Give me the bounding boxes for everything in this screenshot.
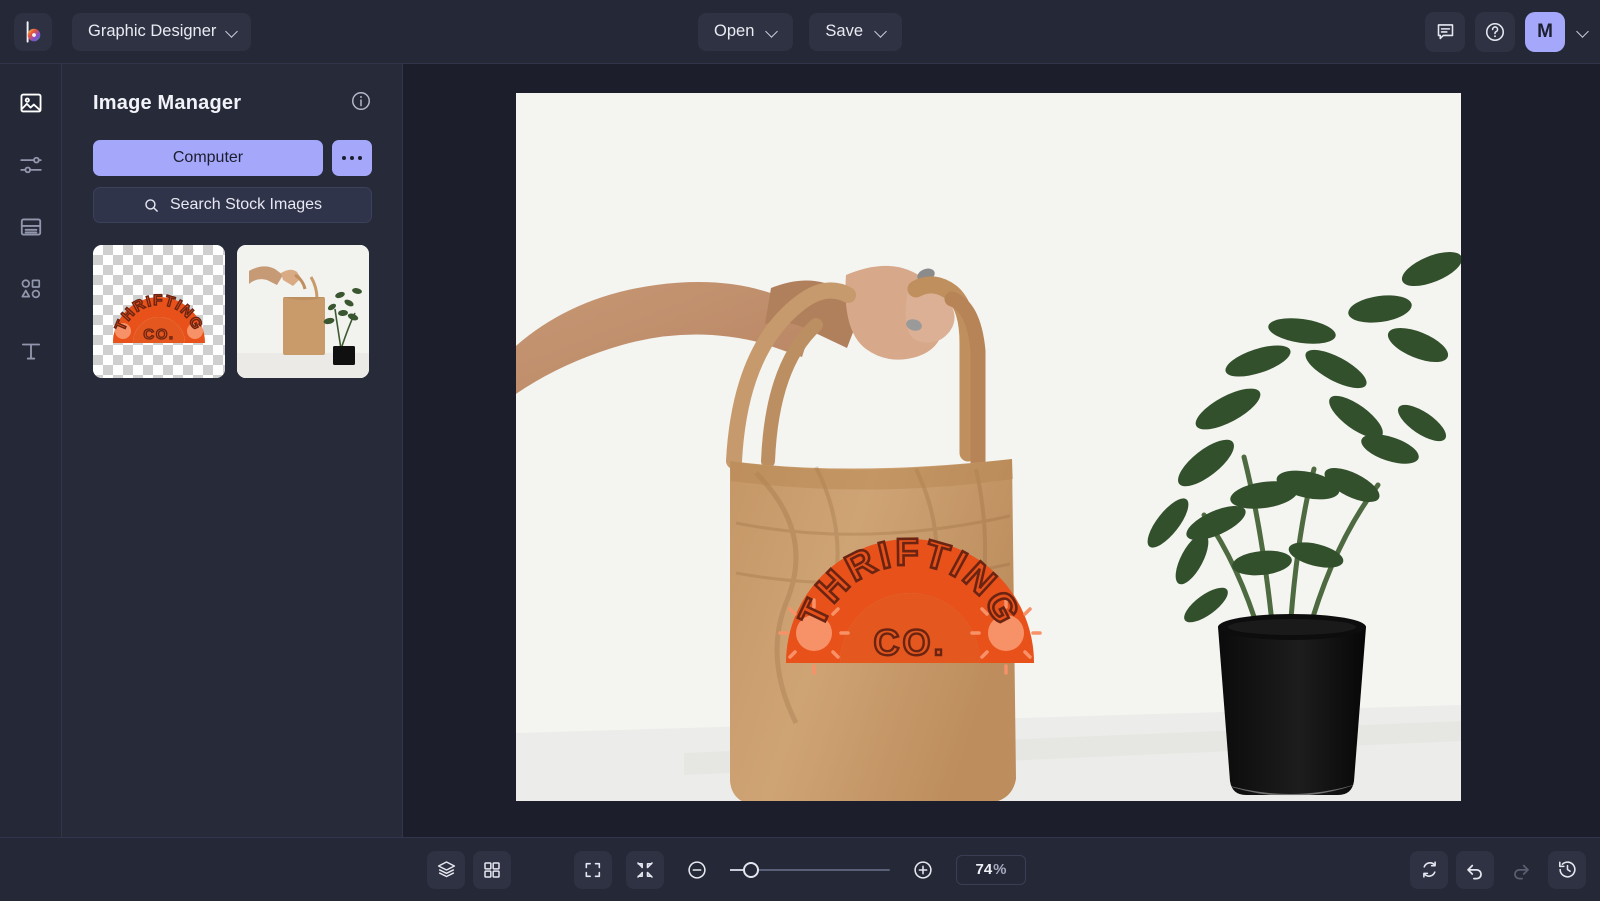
search-icon (145, 198, 158, 212)
avatar-initial: M (1537, 20, 1553, 42)
history-controls (1410, 850, 1586, 889)
panel-info-button[interactable] (350, 90, 372, 117)
layout-icon (20, 218, 41, 236)
zoom-in-icon (914, 860, 932, 879)
app-root: Graphic Designer Open Save M Image Manag… (0, 0, 1600, 901)
bottom-bar: 74 % (0, 837, 1600, 901)
grid-view-button[interactable] (473, 850, 511, 889)
thrifting-co-logo-thumb-art: THRIFTING CO. (111, 291, 205, 343)
question-circle-icon (1485, 22, 1505, 41)
color-wheel-logo-icon (26, 20, 41, 43)
artboard[interactable]: THRIFTING CO. (516, 93, 1461, 801)
zoom-slider-handle[interactable] (743, 861, 759, 878)
tool-rail (0, 64, 62, 837)
save-button[interactable]: Save (809, 12, 902, 51)
chevron-down-icon (226, 26, 237, 37)
rail-item-layout[interactable] (14, 210, 48, 244)
zoom-level-field[interactable]: 74 % (956, 854, 1026, 885)
thumbnail-thrifting-co-logo[interactable]: THRIFTING CO. (93, 245, 225, 378)
search-stock-images-button[interactable]: Search Stock Images (93, 187, 372, 223)
canvas-area[interactable]: THRIFTING CO. (403, 64, 1600, 837)
open-label: Open (714, 22, 755, 40)
open-button[interactable]: Open (698, 12, 794, 51)
info-circle-icon (352, 92, 370, 110)
shrink-to-fit-icon (637, 861, 653, 878)
account-chevron-down-icon[interactable] (1577, 26, 1588, 37)
image-manager-panel: Image Manager Computer Search Stock Imag… (62, 64, 403, 837)
chevron-down-icon (766, 26, 777, 37)
zoom-in-button[interactable] (904, 851, 942, 889)
redo-icon (1514, 864, 1529, 879)
thumbnail-tote-bag-photo[interactable] (237, 245, 369, 378)
zoom-controls: 74 % (574, 850, 1026, 889)
file-actions-group: Open Save (698, 12, 902, 51)
panel-title: Image Manager (93, 92, 242, 114)
project-title-label: Graphic Designer (88, 22, 217, 40)
reset-button[interactable] (1410, 850, 1448, 889)
sliders-icon (19, 156, 42, 174)
history-button[interactable] (1548, 850, 1586, 889)
more-options-icon (341, 155, 347, 161)
tote-bag-photo-thumb-art (237, 245, 369, 378)
redo-button[interactable] (1502, 851, 1540, 889)
rail-item-adjust[interactable] (14, 148, 48, 182)
source-buttons-row: Computer (93, 140, 372, 176)
body-row: Image Manager Computer Search Stock Imag… (0, 64, 1600, 837)
shrink-to-fit-button[interactable] (626, 850, 664, 889)
image-icon (20, 93, 41, 113)
zoom-slider[interactable] (730, 861, 890, 879)
rail-item-text[interactable] (14, 334, 48, 368)
more-options-icon (349, 155, 355, 161)
feedback-button[interactable] (1425, 11, 1465, 52)
chevron-down-icon (875, 26, 886, 37)
zoom-level-value: 74 (975, 861, 993, 878)
text-icon (21, 343, 40, 360)
svg-text:CO.: CO. (143, 326, 174, 343)
undo-button[interactable] (1456, 850, 1494, 889)
zoom-out-icon (688, 860, 706, 879)
computer-upload-button[interactable]: Computer (93, 140, 323, 176)
app-logo-button[interactable] (14, 12, 52, 51)
computer-label: Computer (172, 149, 244, 166)
user-avatar[interactable]: M (1525, 11, 1565, 52)
project-title-dropdown[interactable]: Graphic Designer (72, 12, 252, 51)
layers-button[interactable] (427, 850, 465, 889)
fit-to-screen-button[interactable] (574, 850, 612, 889)
top-bar: Graphic Designer Open Save M (0, 0, 1600, 64)
chat-bubble-icon (1437, 24, 1453, 40)
top-bar-right-group: M (1425, 11, 1588, 52)
thumbnail-list: THRIFTING CO. (93, 245, 372, 378)
artboard-artwork: THRIFTING CO. (516, 93, 1461, 801)
shapes-icon (20, 279, 40, 299)
zoom-level-unit: % (993, 861, 1007, 878)
fit-to-screen-icon (585, 862, 601, 877)
rail-item-image[interactable] (14, 86, 48, 120)
history-icon (1558, 861, 1576, 878)
svg-text:CO.: CO. (873, 622, 946, 663)
layers-icon (437, 861, 455, 878)
more-options-button[interactable] (332, 140, 372, 176)
more-options-icon (357, 155, 363, 161)
help-button[interactable] (1475, 11, 1515, 52)
save-label: Save (825, 22, 863, 40)
zoom-out-button[interactable] (678, 851, 716, 889)
bottom-left-tools (427, 850, 511, 889)
undo-icon (1467, 864, 1482, 879)
search-stock-images-label: Search Stock Images (169, 196, 323, 213)
reset-icon (1422, 861, 1436, 878)
panel-header: Image Manager (93, 90, 372, 117)
rail-item-shapes[interactable] (14, 272, 48, 306)
grid-icon (484, 861, 500, 878)
